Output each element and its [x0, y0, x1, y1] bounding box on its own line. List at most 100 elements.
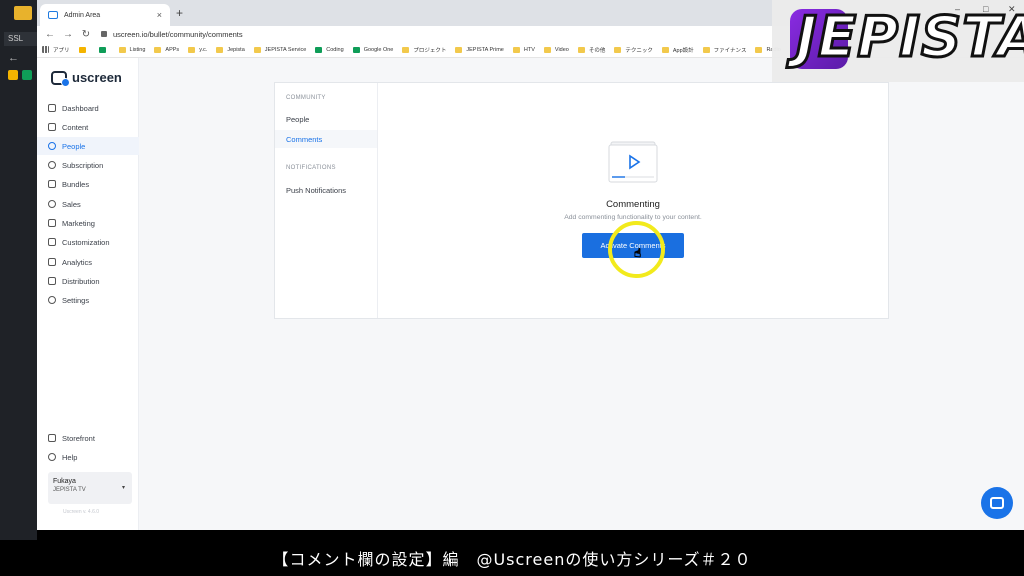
url-field[interactable]: uscreen.io/bullet/community/comments [101, 30, 243, 39]
folder-icon [702, 46, 710, 53]
sidebar-item-content[interactable]: Content [37, 118, 139, 136]
uscreen-favicon-icon [48, 11, 58, 19]
bookmark-item[interactable]: Listing [118, 46, 145, 53]
folder-icon [216, 46, 224, 53]
bookmark-item[interactable]: Coding [315, 46, 344, 53]
community-heading: COMMUNITY [286, 95, 326, 101]
people-icon [48, 142, 56, 150]
bookmark-item[interactable]: APPs [154, 46, 179, 53]
box-icon [48, 180, 56, 188]
bookmark-item[interactable]: HTV [512, 46, 535, 53]
empty-state-description: Add commenting functionality to your con… [564, 214, 702, 221]
support-chat-button[interactable] [981, 487, 1013, 519]
subnav-item-push-notifications[interactable]: Push Notifications [275, 181, 377, 199]
share-icon [48, 277, 56, 285]
edit-icon [48, 238, 56, 246]
bookmark-item[interactable]: ファイナンス [702, 46, 746, 54]
sidebar-item-customization[interactable]: Customization [37, 233, 139, 251]
sheets-icon [22, 70, 32, 80]
coding-icon [315, 46, 323, 53]
bookmark-item[interactable]: テクニック [614, 46, 653, 54]
back-icon[interactable]: ← [45, 29, 55, 40]
url-text: uscreen.io/bullet/community/comments [113, 29, 243, 39]
hand-cursor-icon: ☝ [634, 246, 642, 261]
reload-icon[interactable]: ↻ [81, 29, 91, 40]
background-window: SSL ← [0, 0, 37, 540]
background-tab[interactable]: SSL [4, 32, 37, 46]
folder-icon [661, 46, 669, 53]
bookmark-item[interactable]: Google One [352, 46, 393, 53]
bookmark-item[interactable]: アプリ [42, 46, 70, 54]
megaphone-icon [48, 219, 56, 227]
lock-icon [101, 31, 107, 37]
folder-icon [188, 46, 196, 53]
close-tab-icon[interactable]: × [157, 10, 162, 20]
bookmark-item[interactable] [78, 46, 90, 53]
channel-logo-text: JEPISTA [795, 4, 1024, 72]
folder-icon [512, 46, 520, 53]
tab-title: Admin Area [64, 11, 101, 19]
subnav-item-comments[interactable]: Comments [275, 130, 377, 148]
user-menu[interactable]: Fukaya JEPISTA TV ▾ [48, 472, 132, 504]
bookmark-item[interactable]: プロジェクト [402, 46, 446, 54]
community-subnav: COMMUNITY People Comments NOTIFICATIONS … [275, 83, 378, 318]
sidebar-item-distribution[interactable]: Distribution [37, 272, 139, 290]
video-illustration-icon [608, 141, 658, 183]
video-caption: 【コメント欄の設定】編 @Uscreenの使い方シリーズ＃２０ [272, 550, 752, 569]
grid-icon [48, 104, 56, 112]
apps-icon [42, 46, 49, 53]
forward-icon[interactable]: → [63, 29, 73, 40]
sidebar-item-sales[interactable]: Sales [37, 195, 139, 213]
bookmark-item[interactable]: Jepista [216, 46, 245, 53]
folder-icon [543, 46, 551, 53]
empty-state-title: Commenting [606, 199, 660, 210]
folder-icon [14, 6, 32, 20]
sheets-icon [98, 46, 106, 53]
folder-icon [402, 46, 410, 53]
gear-icon [48, 296, 56, 304]
folder-icon [614, 46, 622, 53]
subnav-item-people[interactable]: People [275, 110, 377, 128]
bookmark-item[interactable]: その他 [577, 46, 605, 54]
bookmark-item[interactable] [98, 46, 110, 53]
new-tab-button[interactable]: + [176, 6, 183, 20]
sidebar-item-bundles[interactable]: Bundles [37, 175, 139, 193]
brand-name: uscreen [72, 70, 122, 85]
folder-icon [455, 46, 463, 53]
video-caption-bar: 【コメント欄の設定】編 @Uscreenの使い方シリーズ＃２０ [0, 540, 1024, 576]
folder-icon [48, 123, 56, 131]
bookmark-icon [78, 46, 86, 53]
dollar-icon [48, 200, 56, 208]
back-arrow-icon: ← [8, 52, 19, 64]
uscreen-logo-icon [51, 70, 70, 87]
folder-icon [755, 46, 763, 53]
folder-icon [253, 46, 261, 53]
sidebar-item-settings[interactable]: Settings [37, 291, 139, 309]
browser-tab[interactable]: Admin Area × [40, 4, 170, 26]
bookmark-item[interactable]: JEPISTA Prime [455, 46, 504, 53]
notifications-heading: NOTIFICATIONS [286, 165, 336, 171]
bookmark-item[interactable]: App設計 [661, 46, 694, 54]
bookmark-item[interactable]: y.c. [188, 46, 207, 53]
folder-icon [154, 46, 162, 53]
sidebar-item-analytics[interactable]: Analytics [37, 253, 139, 271]
chart-icon [48, 258, 56, 266]
help-icon [48, 453, 56, 461]
sidebar-item-subscription[interactable]: Subscription [37, 156, 139, 174]
storefront-icon [48, 434, 56, 442]
bookmark-icon [8, 70, 18, 80]
sidebar-item-people[interactable]: People [37, 137, 139, 155]
sidebar-item-help[interactable]: Help [37, 448, 139, 466]
sidebar-item-marketing[interactable]: Marketing [37, 214, 139, 232]
version-label: Uscreen v. 4.6.0 [63, 509, 100, 515]
user-name: Fukaya [53, 478, 76, 485]
bookmark-item[interactable]: JEPISTA Service [253, 46, 306, 53]
caret-down-icon: ▾ [121, 485, 125, 491]
brand-logo[interactable]: uscreen [51, 70, 122, 87]
refresh-icon [48, 161, 56, 169]
google-one-icon [352, 46, 360, 53]
sidebar-item-storefront[interactable]: Storefront [37, 429, 139, 447]
bookmark-item[interactable]: Video [543, 46, 569, 53]
sidebar-item-dashboard[interactable]: Dashboard [37, 99, 139, 117]
user-subtitle: JEPISTA TV [53, 487, 86, 493]
